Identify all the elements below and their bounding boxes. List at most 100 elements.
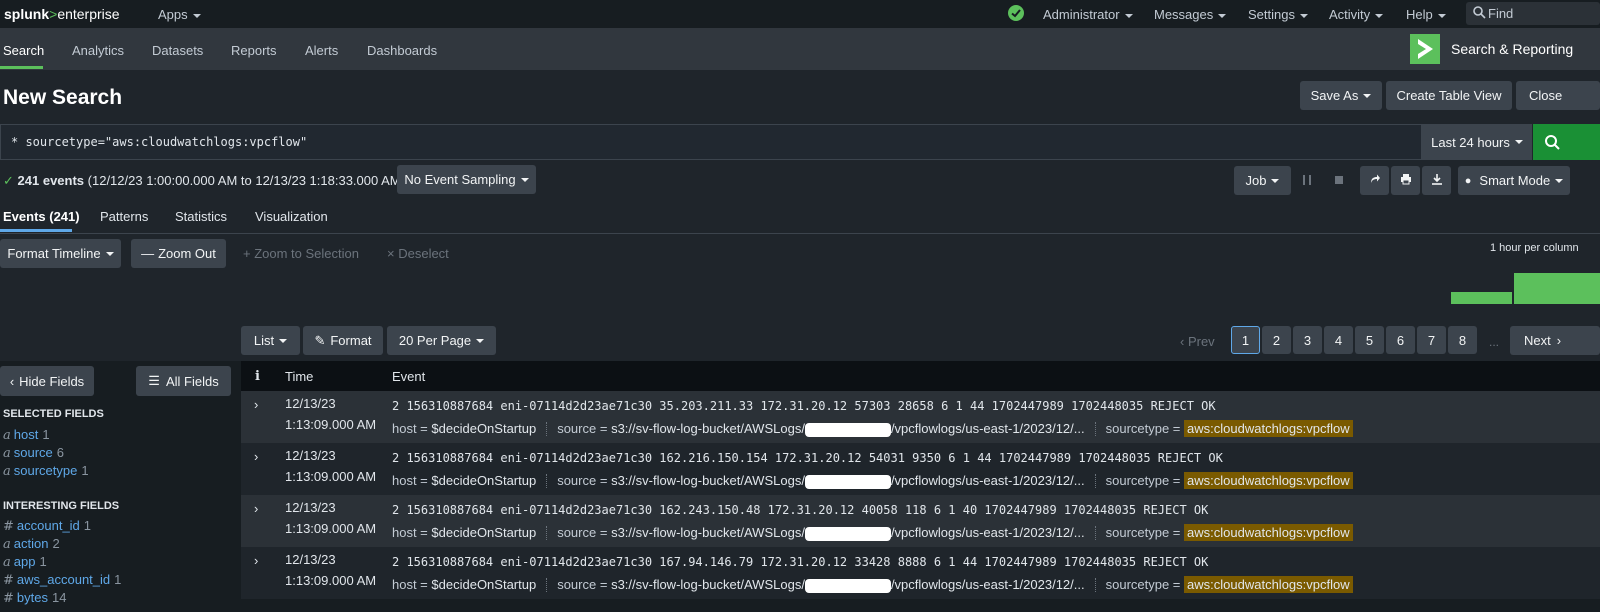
close-button[interactable]: Close [1516,81,1600,110]
redacted-region [804,422,891,437]
save-as-button[interactable]: Save As [1300,81,1382,110]
print-icon [1400,173,1412,188]
tab-visualization[interactable]: Visualization [255,209,328,224]
logo-splunk: splunk [4,6,50,22]
tab-patterns[interactable]: Patterns [100,209,148,224]
table-row: › 12/13/23 1:13:09.000 AM 2 156310887684 … [241,495,1600,547]
field-sourcetype[interactable]: a sourcetype 1 [3,463,89,479]
event-meta: host = $decideOnStartup source = s3://sv… [392,420,1353,438]
event-count: 241 events [17,173,85,188]
page-4-button[interactable]: 4 [1324,326,1353,354]
expand-chevron-icon[interactable]: › [254,501,258,516]
field-aws-account-id[interactable]: # aws_account_id 1 [3,572,121,588]
list-view-dropdown[interactable]: List [241,326,300,355]
activity-menu[interactable]: Activity [1329,7,1384,22]
splunk-logo[interactable]: splunk>enterprise [4,6,120,22]
time-range-picker[interactable]: Last 24 hours [1422,124,1532,160]
numeric-field-icon: # [3,573,14,588]
tab-statistics[interactable]: Statistics [175,209,227,224]
page-8-button[interactable]: 8 [1448,326,1477,354]
field-action[interactable]: a action 2 [3,536,60,552]
table-row: › 12/13/23 1:13:09.000 AM 2 156310887684 … [241,443,1600,495]
sourcetype-field[interactable]: sourcetype = aws:cloudwatchlogs:vpcflow [1106,472,1353,490]
create-table-view-button[interactable]: Create Table View [1386,81,1512,110]
timeline-bar[interactable] [1514,273,1600,304]
deselect-button[interactable]: × Deselect [387,246,449,261]
export-button[interactable] [1422,166,1451,195]
sourcetype-field[interactable]: sourcetype = aws:cloudwatchlogs:vpcflow [1106,524,1353,542]
tab-events[interactable]: Events (241) [3,209,80,224]
tab-datasets[interactable]: Datasets [152,43,203,58]
host-field[interactable]: host = $decideOnStartup [392,421,536,436]
host-field[interactable]: host = $decideOnStartup [392,577,536,592]
zoom-to-selection-button[interactable]: + Zoom to Selection [243,246,359,261]
table-header: i Time Event [241,361,1600,391]
redacted-region [804,474,891,489]
apps-menu[interactable]: Apps [158,7,201,22]
page-1-button[interactable]: 1 [1231,326,1260,354]
page-2-button[interactable]: 2 [1262,326,1291,354]
format-timeline-button[interactable]: Format Timeline [0,239,121,268]
search-input[interactable]: * sourcetype="aws:cloudwatchlogs:vpcflow… [0,124,1422,160]
expand-chevron-icon[interactable]: › [254,553,258,568]
field-app[interactable]: a app 1 [3,554,47,570]
logo-enterprise: enterprise [57,6,120,22]
source-field[interactable]: source = s3://sv-flow-log-bucket/AWSLogs… [557,577,1085,593]
tab-alerts[interactable]: Alerts [305,43,338,58]
search-query: * sourcetype="aws:cloudwatchlogs:vpcflow… [11,135,308,149]
time-column-header[interactable]: Time [285,369,313,384]
search-button[interactable] [1533,124,1600,160]
pause-icon[interactable] [1303,175,1311,185]
hide-fields-button[interactable]: ‹ Hide Fields [0,366,94,396]
timeline-bar[interactable] [1451,292,1512,304]
source-field[interactable]: source = s3://sv-flow-log-bucket/AWSLogs… [557,421,1085,437]
events-tab-indicator [0,229,72,232]
administrator-menu[interactable]: Administrator [1043,7,1133,22]
pagination-ellipsis: ... [1489,335,1500,349]
expand-chevron-icon[interactable]: › [254,449,258,464]
chevron-left-icon: ‹ [1180,334,1188,349]
find-box[interactable]: Find [1466,2,1600,25]
check-circle-icon [1008,5,1024,21]
settings-menu[interactable]: Settings [1248,7,1308,22]
sourcetype-field[interactable]: sourcetype = aws:cloudwatchlogs:vpcflow [1106,420,1353,438]
tab-analytics[interactable]: Analytics [72,43,124,58]
table-row: › 12/13/23 1:13:09.000 AM 2 156310887684 … [241,391,1600,443]
all-fields-button[interactable]: ☰ All Fields [136,366,231,396]
pencil-icon: ✎ [314,332,326,348]
source-field[interactable]: source = s3://sv-flow-log-bucket/AWSLogs… [557,473,1085,489]
host-field[interactable]: host = $decideOnStartup [392,473,536,488]
job-menu[interactable]: Job [1234,166,1291,195]
field-account-id[interactable]: # account_id 1 [3,518,91,534]
format-button[interactable]: ✎ Format [303,326,383,355]
field-source[interactable]: a source 6 [3,445,64,461]
zoom-out-button[interactable]: — Zoom Out [131,239,226,268]
prev-page-button[interactable]: ‹ Prev [1180,334,1215,349]
redacted-region [804,578,891,593]
tab-reports[interactable]: Reports [231,43,277,58]
tab-search[interactable]: Search [3,43,44,58]
page-3-button[interactable]: 3 [1293,326,1322,354]
page-5-button[interactable]: 5 [1355,326,1384,354]
page-6-button[interactable]: 6 [1386,326,1415,354]
events-table: i Time Event › 12/13/23 1:13:09.000 AM 2 … [241,361,1600,612]
sourcetype-field[interactable]: sourcetype = aws:cloudwatchlogs:vpcflow [1106,576,1353,594]
page-7-button[interactable]: 7 [1417,326,1446,354]
messages-menu[interactable]: Messages [1154,7,1227,22]
tab-dashboards[interactable]: Dashboards [367,43,437,58]
event-sampling-dropdown[interactable]: No Event Sampling [397,165,536,194]
chevron-right-icon: › [1556,333,1562,348]
host-field[interactable]: host = $decideOnStartup [392,525,536,540]
next-page-button[interactable]: Next › [1510,326,1600,355]
help-menu[interactable]: Help [1406,7,1446,22]
per-page-dropdown[interactable]: 20 Per Page [387,326,496,355]
field-host[interactable]: a host 1 [3,427,50,443]
print-button[interactable] [1391,166,1420,195]
search-mode-dropdown[interactable]: ● Smart Mode [1458,166,1570,195]
source-field[interactable]: source = s3://sv-flow-log-bucket/AWSLogs… [557,525,1085,541]
tabs-divider [0,233,1600,234]
share-button[interactable] [1360,166,1389,195]
field-bytes[interactable]: # bytes 14 [3,590,66,606]
stop-icon[interactable] [1335,176,1343,184]
expand-chevron-icon[interactable]: › [254,397,258,412]
